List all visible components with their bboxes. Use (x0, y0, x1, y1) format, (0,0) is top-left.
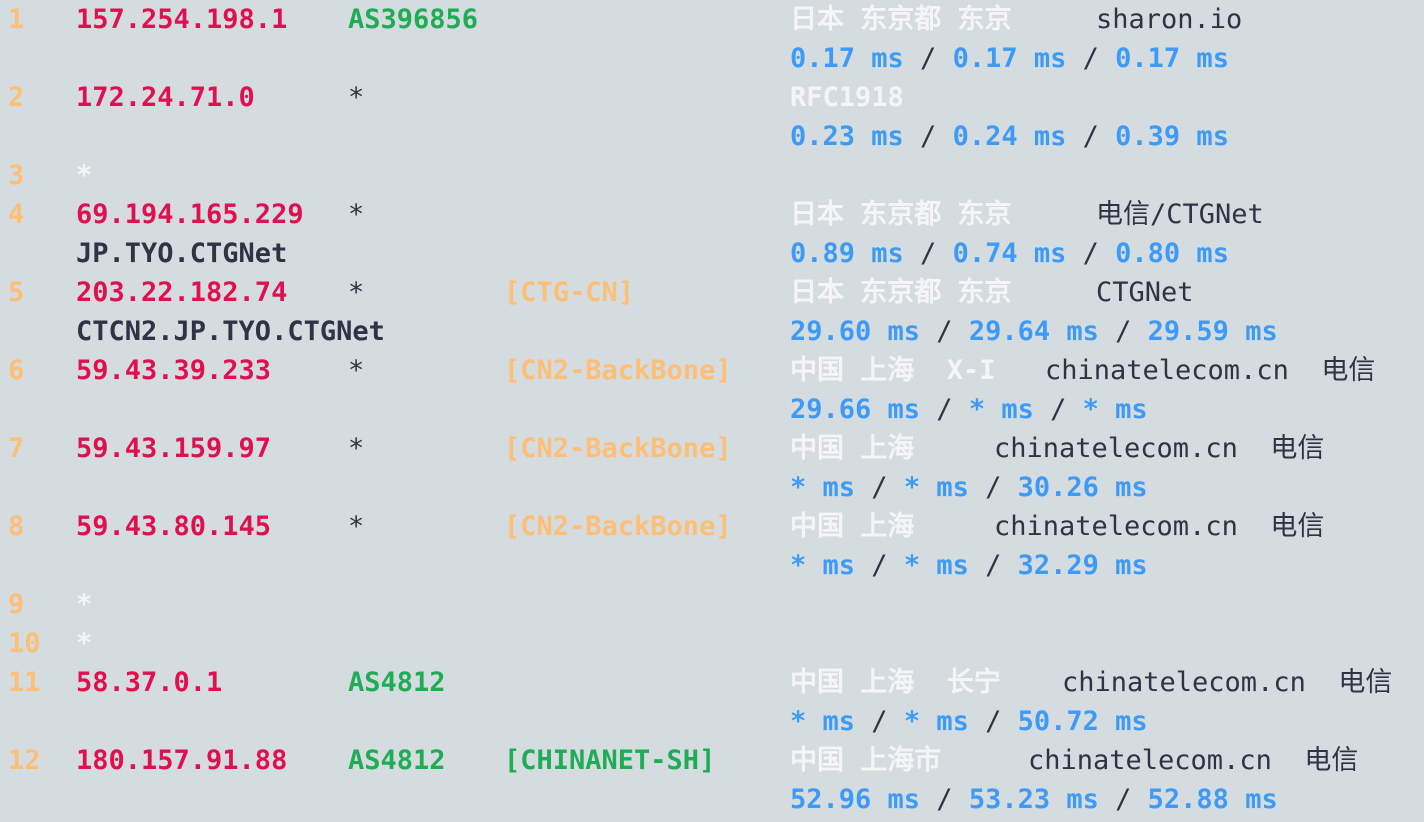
hop-row: 6 59.43.39.233 * [CN2-BackBone] 中国 上海 X-… (0, 351, 1424, 390)
hop-row: 1 157.254.198.1 AS396856 日本 东京都 东京 sharo… (0, 0, 1424, 39)
hop-number: 5 (8, 277, 25, 308)
hop-geo: 日本 东京都 东京 (790, 4, 1012, 35)
hop-tag: [CHINANET-SH] (504, 745, 716, 776)
hop-row: 3 * (0, 156, 1424, 195)
hop-latency: 29.66 ms / * ms / * ms (790, 394, 1148, 425)
hop-geo: 中国 上海 X-I (790, 355, 996, 386)
latency-row: * ms / * ms / 50.72 ms (0, 702, 1424, 741)
hop-latency: 52.96 ms / 53.23 ms / 52.88 ms (790, 784, 1278, 815)
hop-tag: [CN2-BackBone] (504, 511, 732, 542)
hop-row: 5 203.22.182.74 * [CTG-CN] 日本 东京都 东京 CTG… (0, 273, 1424, 312)
latency-row: JP.TYO.CTGNet 0.89 ms / 0.74 ms / 0.80 m… (0, 234, 1424, 273)
hop-ip: 203.22.182.74 (76, 277, 288, 308)
hop-ip: 69.194.165.229 (76, 199, 304, 230)
hop-geo: 中国 上海 (790, 511, 915, 542)
hop-asn: * (348, 277, 365, 308)
hop-row: 10 * (0, 624, 1424, 663)
hop-ip: 172.24.71.0 (76, 82, 255, 113)
latency-row: * ms / * ms / 32.29 ms (0, 546, 1424, 585)
hop-row: 12 180.157.91.88 AS4812 [CHINANET-SH] 中国… (0, 741, 1424, 780)
hop-asn: * (348, 82, 365, 113)
hop-org: CTGNet (1096, 277, 1194, 308)
hop-asn: * (348, 355, 365, 386)
hop-latency: 29.60 ms / 29.64 ms / 29.59 ms (790, 316, 1278, 347)
hop-number: 2 (8, 82, 25, 113)
hop-latency: 0.23 ms / 0.24 ms / 0.39 ms (790, 121, 1229, 152)
hop-geo: 中国 上海 长宁 (790, 667, 1001, 698)
latency-row: 0.17 ms / 0.17 ms / 0.17 ms (0, 39, 1424, 78)
latency-row: CTCN2.JP.TYO.CTGNet 29.60 ms / 29.64 ms … (0, 312, 1424, 351)
hop-org: sharon.io (1096, 4, 1243, 35)
hop-row: 8 59.43.80.145 * [CN2-BackBone] 中国 上海 ch… (0, 507, 1424, 546)
hop-number: 12 (8, 745, 41, 776)
hop-number: 4 (8, 199, 25, 230)
hop-geo: 日本 东京都 东京 (790, 277, 1012, 308)
hop-org: chinatelecom.cn 电信 (994, 511, 1325, 542)
latency-row: 29.66 ms / * ms / * ms (0, 390, 1424, 429)
hop-number: 1 (8, 4, 25, 35)
hop-tag: [CN2-BackBone] (504, 355, 732, 386)
hop-number: 10 (8, 628, 41, 659)
hop-geo: 中国 上海 (790, 433, 915, 464)
hop-number: 9 (8, 589, 25, 620)
hop-number: 3 (8, 160, 25, 191)
hop-number: 6 (8, 355, 25, 386)
latency-row: 52.96 ms / 53.23 ms / 52.88 ms (0, 780, 1424, 819)
hop-row: 7 59.43.159.97 * [CN2-BackBone] 中国 上海 ch… (0, 429, 1424, 468)
hop-timeout: * (76, 589, 93, 620)
hop-latency: * ms / * ms / 30.26 ms (790, 472, 1148, 503)
hop-number: 8 (8, 511, 25, 542)
hop-asn: AS4812 (348, 745, 446, 776)
hop-number: 7 (8, 433, 25, 464)
hop-latency: 0.17 ms / 0.17 ms / 0.17 ms (790, 43, 1229, 74)
hop-ip: 157.254.198.1 (76, 4, 288, 35)
latency-row: * ms / * ms / 30.26 ms (0, 468, 1424, 507)
hop-tag: [CN2-BackBone] (504, 433, 732, 464)
hop-ip: 180.157.91.88 (76, 745, 288, 776)
hop-hostname: JP.TYO.CTGNet (76, 238, 288, 269)
hop-hostname: CTCN2.JP.TYO.CTGNet (76, 316, 385, 347)
latency-row: 0.23 ms / 0.24 ms / 0.39 ms (0, 117, 1424, 156)
hop-ip: 59.43.39.233 (76, 355, 272, 386)
hop-ip: 59.43.159.97 (76, 433, 272, 464)
hop-row: 2 172.24.71.0 * RFC1918 (0, 78, 1424, 117)
hop-asn: AS4812 (348, 667, 446, 698)
hop-latency: 0.89 ms / 0.74 ms / 0.80 ms (790, 238, 1229, 269)
hop-ip: 58.37.0.1 (76, 667, 223, 698)
hop-org: 电信/CTGNet (1096, 199, 1264, 230)
hop-org: chinatelecom.cn 电信 (1062, 667, 1393, 698)
traceroute-output: 1 157.254.198.1 AS396856 日本 东京都 东京 sharo… (0, 0, 1424, 822)
hop-row: 9 * (0, 585, 1424, 624)
hop-timeout: * (76, 628, 93, 659)
hop-org: chinatelecom.cn 电信 (1045, 355, 1376, 386)
hop-tag: [CTG-CN] (504, 277, 635, 308)
hop-latency: * ms / * ms / 50.72 ms (790, 706, 1148, 737)
hop-number: 11 (8, 667, 41, 698)
hop-asn: * (348, 199, 365, 230)
hop-asn: * (348, 511, 365, 542)
hop-geo: 中国 上海市 (790, 745, 942, 776)
hop-latency: * ms / * ms / 32.29 ms (790, 550, 1148, 581)
hop-geo: 日本 东京都 东京 (790, 199, 1012, 230)
hop-geo: RFC1918 (790, 82, 904, 113)
hop-timeout: * (76, 160, 93, 191)
hop-asn: * (348, 433, 365, 464)
hop-asn: AS396856 (348, 4, 479, 35)
hop-org: chinatelecom.cn 电信 (1028, 745, 1359, 776)
hop-row: 4 69.194.165.229 * 日本 东京都 东京 电信/CTGNet (0, 195, 1424, 234)
hop-org: chinatelecom.cn 电信 (994, 433, 1325, 464)
hop-row: 11 58.37.0.1 AS4812 中国 上海 长宁 chinateleco… (0, 663, 1424, 702)
hop-ip: 59.43.80.145 (76, 511, 272, 542)
